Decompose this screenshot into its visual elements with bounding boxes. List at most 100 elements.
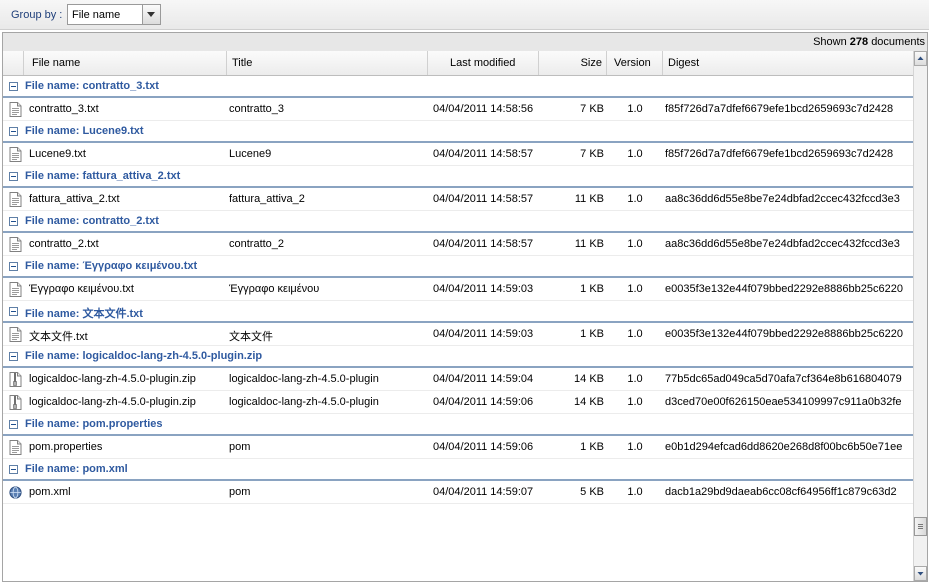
group-header[interactable]: File name: 文本文件.txt (3, 301, 913, 323)
group-header[interactable]: File name: pom.xml (3, 459, 913, 481)
column-header-icon[interactable] (3, 51, 24, 75)
group-header[interactable]: File name: fattura_attiva_2.txt (3, 166, 913, 188)
group-title: File name: logicaldoc-lang-zh-4.5.0-plug… (25, 350, 263, 362)
group-by-select[interactable]: File name (67, 4, 161, 25)
group-header[interactable]: File name: Lucene9.txt (3, 121, 913, 143)
cell-size: 1 KB (580, 441, 604, 453)
collapse-icon[interactable] (9, 307, 18, 316)
group-title: File name: contratto_3.txt (25, 80, 159, 92)
vertical-scrollbar[interactable] (913, 51, 927, 581)
table-row[interactable]: logicaldoc-lang-zh-4.5.0-plugin.zip logic… (3, 391, 913, 414)
scroll-up-button[interactable] (914, 51, 927, 66)
table-row[interactable]: 文本文件.txt 文本文件 04/04/2011 14:59:03 1 KB 1.0 e0… (3, 323, 913, 346)
group-header[interactable]: File name: contratto_3.txt (3, 76, 913, 98)
column-header-title[interactable]: Title (227, 51, 428, 75)
cell-version: 1.0 (627, 193, 643, 205)
cell-last-modified: 04/04/2011 14:58:57 (433, 148, 534, 160)
collapse-icon[interactable] (9, 127, 18, 136)
zip-file-icon (9, 395, 22, 410)
group-by-label: Group by : (11, 9, 63, 21)
group-by-value: File name (72, 9, 121, 21)
cell-title: contratto_3 (229, 103, 285, 115)
collapse-icon[interactable] (9, 82, 18, 91)
cell-digest: dacb1a29bd9daeab6cc08cf64956ff1c879c63d2 (665, 486, 897, 498)
cell-last-modified: 04/04/2011 14:59:04 (433, 373, 534, 385)
collapse-icon[interactable] (9, 465, 18, 474)
text-file-icon (9, 102, 22, 117)
group-header[interactable]: File name: Έγγραφο κειμένου.txt (3, 256, 913, 278)
group-title: File name: pom.xml (25, 463, 128, 475)
table-row[interactable]: pom.xml pom 04/04/2011 14:59:07 5 KB 1.0 dacb… (3, 481, 913, 504)
cell-last-modified: 04/04/2011 14:58:57 (433, 193, 534, 205)
column-header-version[interactable]: Version (607, 51, 663, 75)
table-row[interactable]: pom.properties pom 04/04/2011 14:59:06 1 KB… (3, 436, 913, 459)
collapse-icon[interactable] (9, 172, 18, 181)
cell-digest: e0b1d294efcad6dd8620e268d8f00bc6b50e71ee (665, 441, 903, 453)
cell-file-name: logicaldoc-lang-zh-4.5.0-plugin.zip (29, 396, 196, 408)
group-title: File name: Lucene9.txt (25, 125, 144, 137)
collapse-icon[interactable] (9, 217, 18, 226)
group-header[interactable]: File name: pom.properties (3, 414, 913, 436)
column-header: File name Title Last modified Size Versi… (3, 51, 913, 76)
cell-version: 1.0 (627, 238, 643, 250)
text-file-icon (9, 327, 22, 342)
cell-digest: 77b5dc65ad049ca5d70afa7cf364e8b616804079 (665, 373, 902, 385)
table-row[interactable]: Έγγραφο κειμένου.txt Έγγραφο κειμένου 04/0… (3, 278, 913, 301)
column-header-size[interactable]: Size (539, 51, 607, 75)
cell-size: 7 KB (580, 148, 604, 160)
cell-title: Έγγραφο κειμένου (229, 283, 320, 295)
cell-digest: e0035f3e132e44f079bbed2292e8886bb25c6220 (665, 283, 903, 295)
table-row[interactable]: contratto_2.txt contratto_2 04/04/2011 14:… (3, 233, 913, 256)
shown-count: 278 (849, 36, 869, 48)
cell-title: pom (229, 441, 251, 453)
cell-file-name: contratto_2.txt (29, 238, 99, 250)
xml-file-icon (9, 485, 22, 500)
column-header-file-name[interactable]: File name (24, 51, 227, 75)
cell-size: 11 KB (574, 193, 604, 205)
table-row[interactable]: fattura_attiva_2.txt fattura_attiva_2 04/0… (3, 188, 913, 211)
collapse-icon[interactable] (9, 420, 18, 429)
collapse-icon[interactable] (9, 262, 18, 271)
shown-count-bar: Shown 278 documents (3, 33, 927, 52)
column-header-digest[interactable]: Digest (663, 51, 913, 75)
text-file-icon (9, 282, 22, 297)
shown-count-text: Shown 278 documents (813, 36, 925, 48)
cell-last-modified: 04/04/2011 14:58:57 (433, 238, 534, 250)
table-row[interactable]: logicaldoc-lang-zh-4.5.0-plugin.zip logic… (3, 368, 913, 391)
collapse-icon[interactable] (9, 352, 18, 361)
group-header[interactable]: File name: logicaldoc-lang-zh-4.5.0-plug… (3, 346, 913, 368)
zip-file-icon (9, 372, 22, 387)
cell-file-name: pom.xml (29, 486, 71, 498)
group-title: File name: fattura_attiva_2.txt (25, 170, 181, 182)
cell-last-modified: 04/04/2011 14:59:06 (433, 441, 534, 453)
chevron-down-icon[interactable] (142, 5, 160, 24)
scroll-down-button[interactable] (914, 566, 927, 581)
cell-last-modified: 04/04/2011 14:59:03 (433, 283, 534, 295)
table-row[interactable]: contratto_3.txt contratto_3 04/04/2011 14:… (3, 98, 913, 121)
group-title: File name: Έγγραφο κειμένου.txt (25, 260, 198, 272)
text-file-icon (9, 192, 22, 207)
cell-digest: e0035f3e132e44f079bbed2292e8886bb25c6220 (665, 328, 903, 340)
cell-digest: d3ced70e00f626150eae534109997c911a0b32fe (665, 396, 902, 408)
column-header-last-modified[interactable]: Last modified (428, 51, 539, 75)
cell-size: 11 KB (574, 238, 604, 250)
cell-title: logicaldoc-lang-zh-4.5.0-plugin (229, 373, 379, 385)
cell-version: 1.0 (627, 396, 643, 408)
cell-file-name: pom.properties (29, 441, 103, 453)
cell-title: 文本文件 (229, 331, 273, 343)
scroll-thumb[interactable] (914, 517, 927, 536)
text-file-icon (9, 147, 22, 162)
documents-grid: Shown 278 documents File name Title Last… (2, 32, 928, 582)
cell-title: contratto_2 (229, 238, 285, 250)
group-header[interactable]: File name: contratto_2.txt (3, 211, 913, 233)
cell-size: 1 KB (580, 283, 604, 295)
cell-version: 1.0 (627, 148, 643, 160)
text-file-icon (9, 237, 22, 252)
cell-size: 5 KB (580, 486, 604, 498)
table-row[interactable]: Lucene9.txt Lucene9 04/04/2011 14:58:57 7 K… (3, 143, 913, 166)
cell-title: Lucene9 (229, 148, 272, 160)
cell-digest: f85f726d7a7dfef6679efe1bcd2659693c7d2428 (665, 103, 894, 115)
group-title: File name: pom.properties (25, 418, 163, 430)
toolbar: Group by : File name (0, 0, 929, 30)
cell-version: 1.0 (627, 283, 643, 295)
